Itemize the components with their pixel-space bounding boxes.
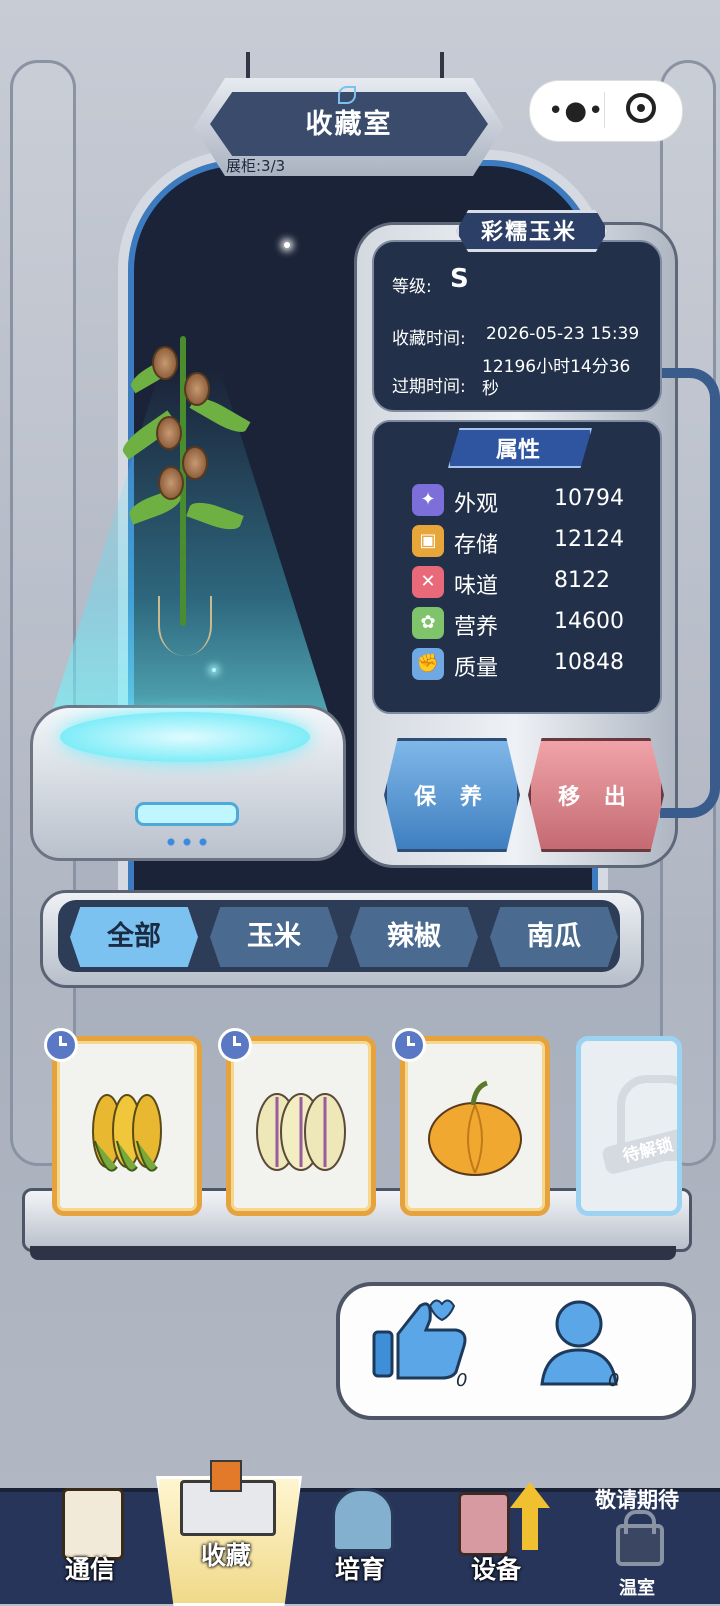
nav-label: 培育 (334, 1555, 385, 1584)
clock-icon (218, 1028, 252, 1062)
expire-time-label: 过期时间: (392, 377, 466, 397)
nav-item-greenhouse[interactable]: 敬请期待 温室 (572, 1484, 702, 1600)
nav-label: 收藏 (200, 1541, 251, 1570)
hanging-wire (440, 52, 444, 80)
attribute-value: 12124 (554, 527, 624, 552)
clock-icon (44, 1028, 78, 1062)
cabinet-count: 展柜:3/3 (226, 157, 286, 175)
expire-time-value: 12196小时14分36秒 (482, 357, 631, 399)
hanging-wire (246, 52, 250, 80)
nav-label: 温室 (619, 1578, 655, 1599)
muscle-icon: ✊ (412, 648, 444, 680)
tab-pumpkin[interactable]: 南瓜 (490, 907, 618, 967)
attribute-name: 营养 (454, 615, 499, 640)
attribute-name: 存储 (454, 533, 499, 558)
keep-button[interactable]: 保 养 (384, 738, 520, 852)
plant-name: 彩糯玉米 (480, 220, 577, 245)
nav-item-equipment[interactable]: 设备 (446, 1482, 556, 1600)
shelf-base (30, 1246, 676, 1260)
tab-pepper[interactable]: 辣椒 (350, 907, 478, 967)
grade-value: S (450, 264, 469, 294)
collection-card-pumpkin[interactable] (400, 1036, 550, 1216)
nav-label: 设备 (470, 1555, 521, 1584)
collect-time-label: 收藏时间: (392, 329, 466, 349)
attribute-value: 14600 (554, 609, 624, 634)
clock-icon (392, 1028, 426, 1062)
target-icon[interactable] (626, 93, 656, 123)
corn-icon (92, 1094, 162, 1172)
attribute-row-quality: ✊ 质量 10848 (412, 648, 632, 684)
attributes-title: 属性 (495, 438, 540, 463)
pedestal-glow (60, 712, 310, 762)
attribute-name: 外观 (454, 492, 499, 517)
greenhouse-dome-icon (332, 1488, 394, 1552)
attribute-row-taste: ✕ 味道 8122 (412, 566, 632, 602)
tab-all[interactable]: 全部 (70, 907, 198, 967)
attribute-name: 质量 (454, 656, 499, 681)
nutrition-icon: ✿ (412, 607, 444, 639)
equipment-icon (458, 1492, 510, 1556)
keep-button-label: 保 养 (414, 785, 490, 810)
indicator-dots (163, 838, 211, 846)
utensils-icon: ✕ (412, 566, 444, 598)
attribute-value: 10794 (554, 486, 624, 511)
collection-card-melon[interactable] (226, 1036, 376, 1216)
attribute-name: 味道 (454, 574, 499, 599)
corn-plant-display (108, 296, 258, 676)
like-count: 0 (456, 1370, 468, 1391)
collection-card-locked[interactable]: 待解锁 (576, 1036, 682, 1216)
pedestal-light (135, 802, 239, 826)
box-icon: ▣ (412, 525, 444, 557)
grade-label: 等级: (392, 277, 432, 297)
wall-panel-left (10, 60, 76, 1166)
attribute-value: 10848 (554, 650, 624, 675)
melon-icon (256, 1093, 346, 1171)
nav-item-messages[interactable]: 通信 (40, 1488, 140, 1600)
collection-box-icon (170, 1460, 280, 1536)
upgrade-arrow-icon (510, 1482, 550, 1508)
star (284, 242, 290, 248)
more-dots-icon[interactable]: •●• (548, 96, 604, 126)
capsule-divider (604, 92, 605, 128)
nav-item-breeding[interactable]: 培育 (310, 1488, 410, 1600)
attribute-row-storage: ▣ 存储 12124 (412, 525, 632, 561)
collection-card-corn[interactable] (52, 1036, 202, 1216)
sparkle-icon: ✦ (412, 484, 444, 516)
attribute-value: 8122 (554, 568, 610, 593)
remove-button[interactable]: 移 出 (528, 738, 664, 852)
nav-label: 通信 (64, 1555, 115, 1584)
remove-button-label: 移 出 (558, 785, 634, 810)
page-title: 收藏室 (305, 109, 393, 140)
tab-corn[interactable]: 玉米 (210, 907, 338, 967)
collect-time-value: 2026-05-23 15:39 (486, 324, 640, 344)
pumpkin-icon (428, 1080, 522, 1176)
attribute-row-nutrition: ✿ 营养 14600 (412, 607, 632, 643)
visitor-count: 0 (608, 1370, 620, 1391)
attribute-row-appearance: ✦ 外观 10794 (412, 484, 632, 520)
machine-pipe (660, 368, 720, 818)
